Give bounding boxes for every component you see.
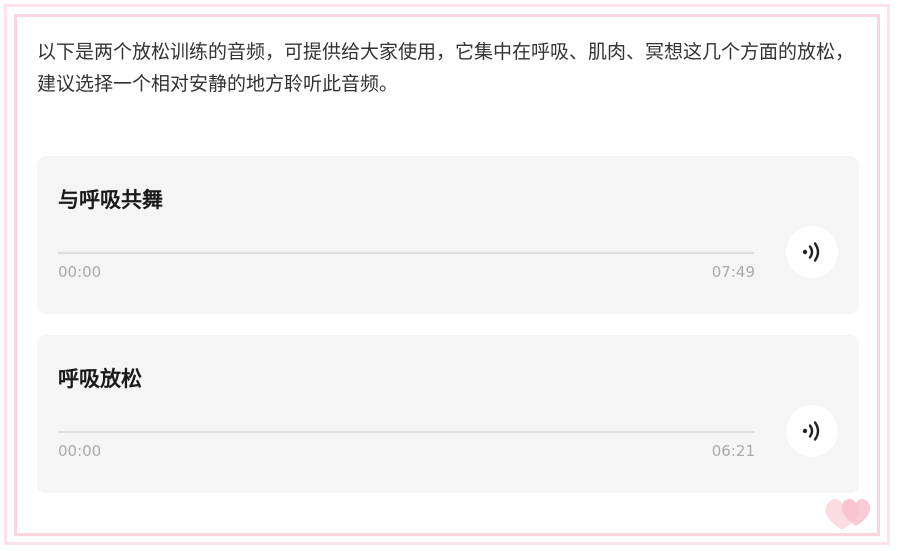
audio-player-1: 与呼吸共舞 00:00 07:49 <box>37 156 859 314</box>
duration: 07:49 <box>711 263 755 281</box>
sound-wave-icon <box>802 242 820 262</box>
duration: 06:21 <box>711 442 755 460</box>
current-time: 00:00 <box>58 442 102 460</box>
intro-text: 以下是两个放松训练的音频，可提供给大家使用，它集中在呼吸、肌肉、冥想这几个方面的… <box>37 41 855 95</box>
play-button[interactable] <box>786 226 838 278</box>
current-time: 00:00 <box>58 263 102 281</box>
play-button[interactable] <box>786 405 838 457</box>
audio-title: 呼吸放松 <box>58 367 142 391</box>
progress-track[interactable] <box>58 252 754 254</box>
hearts-decoration-icon <box>825 499 871 530</box>
audio-title: 与呼吸共舞 <box>58 188 163 212</box>
audio-player-2: 呼吸放松 00:00 06:21 <box>37 335 859 493</box>
sound-wave-icon <box>802 421 820 441</box>
progress-track[interactable] <box>58 431 754 433</box>
